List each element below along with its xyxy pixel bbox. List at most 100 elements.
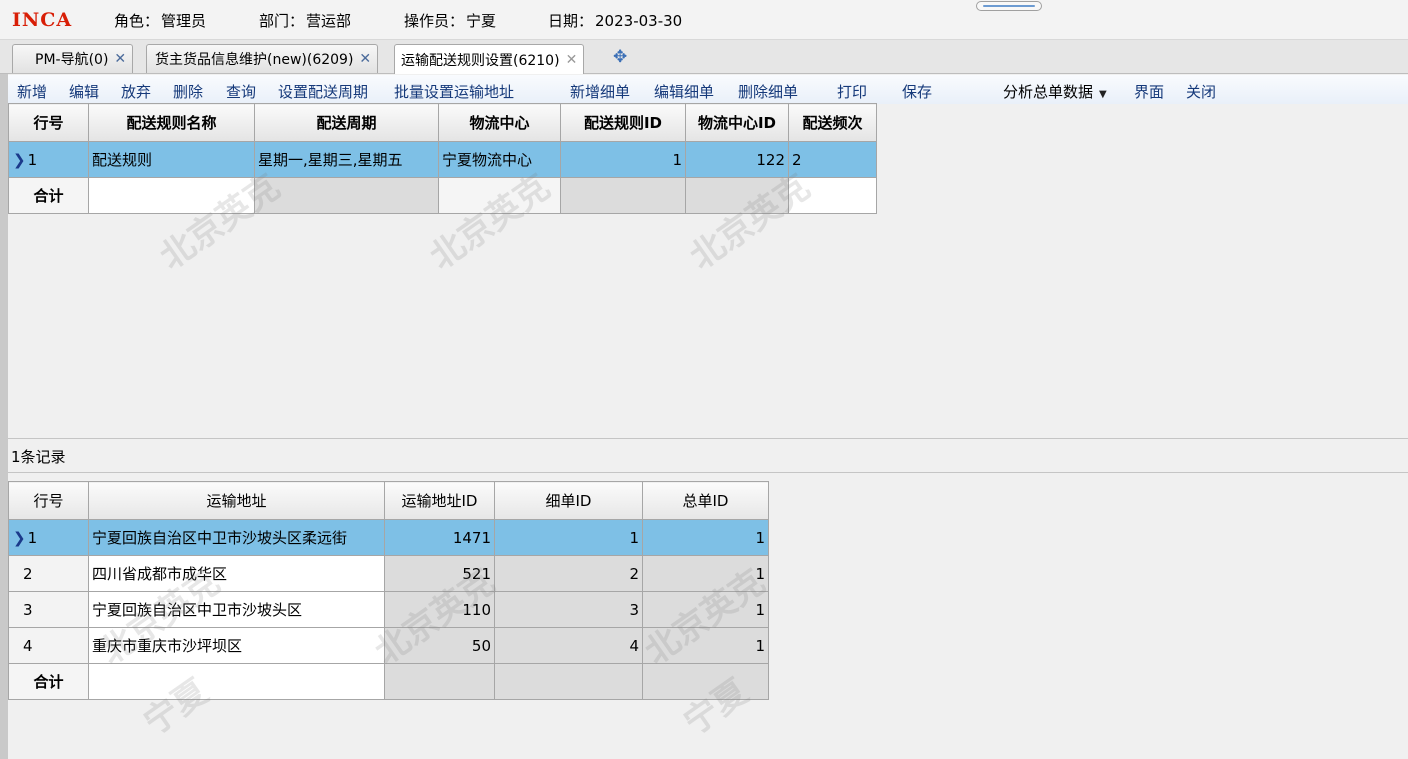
row-indicator-icon: ❯ bbox=[13, 528, 26, 547]
add-button[interactable]: 新增 bbox=[17, 81, 47, 102]
detail-id-cell[interactable]: 3 bbox=[494, 591, 643, 628]
col-header-address-id[interactable]: 运输地址ID bbox=[384, 481, 495, 520]
master-id-cell[interactable]: 1 bbox=[642, 591, 769, 628]
sum-row: 合计 bbox=[8, 663, 769, 700]
dept-info: 部门： 营运部 bbox=[259, 12, 352, 30]
date-value: 2023-03-30 bbox=[595, 12, 683, 30]
collapse-handle[interactable] bbox=[976, 1, 1042, 11]
discard-button[interactable]: 放弃 bbox=[121, 81, 151, 102]
save-button[interactable]: 保存 bbox=[902, 81, 932, 102]
col-header-detail-id[interactable]: 细单ID bbox=[494, 481, 643, 520]
sum-cell bbox=[88, 177, 255, 214]
col-header-logistics-center[interactable]: 物流中心 bbox=[438, 103, 561, 142]
master-id-cell[interactable]: 1 bbox=[642, 627, 769, 664]
add-detail-button[interactable]: 新增细单 bbox=[570, 81, 630, 102]
sum-cell bbox=[438, 177, 561, 214]
operator-info: 操作员： 宁夏 bbox=[404, 12, 497, 30]
address-cell[interactable]: 重庆市重庆市沙坪坝区 bbox=[88, 627, 385, 664]
analyze-dropdown[interactable]: 分析总单数据 ▼ bbox=[1003, 81, 1107, 102]
record-count: 1条记录 bbox=[8, 438, 1408, 473]
delete-detail-button[interactable]: 删除细单 bbox=[738, 81, 798, 102]
role-info: 角色： 管理员 bbox=[114, 12, 207, 30]
edit-button[interactable]: 编辑 bbox=[69, 81, 99, 102]
col-header-center-id[interactable]: 物流中心ID bbox=[685, 103, 789, 142]
role-value: 管理员 bbox=[161, 12, 207, 30]
address-id-cell[interactable]: 1471 bbox=[384, 519, 495, 556]
col-header-rule-id[interactable]: 配送规则ID bbox=[560, 103, 686, 142]
delete-button[interactable]: 删除 bbox=[173, 81, 203, 102]
sum-cell bbox=[642, 663, 769, 700]
sum-cell bbox=[494, 663, 643, 700]
frequency-cell[interactable]: 2 bbox=[788, 141, 877, 178]
master-grid: 行号 配送规则名称 配送周期 物流中心 配送规则ID 物流中心ID 配送频次 ❯… bbox=[8, 103, 877, 214]
address-cell[interactable]: 四川省成都市成华区 bbox=[88, 555, 385, 592]
tab-transport-rules[interactable]: 运输配送规则设置(6210) ✕ bbox=[394, 44, 585, 74]
detail-id-cell[interactable]: 4 bbox=[494, 627, 643, 664]
sum-cell bbox=[88, 663, 385, 700]
tab-bar: PM-导航(0) ✕ 货主货品信息维护(new)(6209) ✕ 运输配送规则设… bbox=[0, 40, 1408, 74]
interface-button[interactable]: 界面 bbox=[1134, 81, 1164, 102]
detail-id-cell[interactable]: 2 bbox=[494, 555, 643, 592]
caret-down-icon: ▼ bbox=[1099, 89, 1107, 100]
sum-cell bbox=[685, 177, 789, 214]
sum-cell bbox=[560, 177, 686, 214]
row-number-cell: ❯ 1 bbox=[8, 141, 89, 178]
address-id-cell[interactable]: 50 bbox=[384, 627, 495, 664]
date-info: 日期： 2023-03-30 bbox=[548, 12, 683, 30]
tab-label: 货主货品信息维护(new)(6209) bbox=[155, 52, 354, 68]
tab-label: PM-导航(0) bbox=[35, 52, 109, 68]
col-header-rowno[interactable]: 行号 bbox=[8, 103, 89, 142]
rule-id-cell[interactable]: 1 bbox=[560, 141, 686, 178]
detail-grid: 行号 运输地址 运输地址ID 细单ID 总单ID ❯ 1 宁夏回族自治区中卫市沙坡… bbox=[8, 481, 769, 700]
toolbar: 新增 编辑 放弃 删除 查询 设置配送周期 批量设置运输地址 新增细单 编辑细单… bbox=[0, 75, 1408, 104]
col-header-rule-name[interactable]: 配送规则名称 bbox=[88, 103, 255, 142]
inca-logo: INCA bbox=[12, 9, 73, 31]
left-border bbox=[0, 74, 8, 759]
print-button[interactable]: 打印 bbox=[837, 81, 867, 102]
table-row[interactable]: ❯ 1 宁夏回族自治区中卫市沙坡头区柔远街 1471 1 1 bbox=[8, 519, 769, 556]
row-indicator-icon: ❯ bbox=[13, 150, 26, 169]
sum-label: 合计 bbox=[8, 663, 89, 700]
address-id-cell[interactable]: 110 bbox=[384, 591, 495, 628]
rule-name-cell[interactable]: 配送规则 bbox=[88, 141, 255, 178]
logistics-center-cell[interactable]: 宁夏物流中心 bbox=[438, 141, 561, 178]
tab-label: 运输配送规则设置(6210) bbox=[401, 52, 560, 69]
sum-label: 合计 bbox=[8, 177, 89, 214]
sum-cell bbox=[384, 663, 495, 700]
center-id-cell[interactable]: 122 bbox=[685, 141, 789, 178]
table-row[interactable]: 3 宁夏回族自治区中卫市沙坡头区 110 3 1 bbox=[8, 591, 769, 628]
close-icon[interactable]: ✕ bbox=[359, 51, 371, 67]
tab-goods-info[interactable]: 货主货品信息维护(new)(6209) ✕ bbox=[146, 44, 379, 73]
edit-detail-button[interactable]: 编辑细单 bbox=[654, 81, 714, 102]
sum-cell bbox=[788, 177, 877, 214]
col-header-address[interactable]: 运输地址 bbox=[88, 481, 385, 520]
add-tab-icon[interactable]: ✥ bbox=[613, 47, 627, 67]
sum-cell bbox=[254, 177, 439, 214]
row-number-cell: 2 bbox=[8, 555, 89, 592]
operator-value: 宁夏 bbox=[466, 12, 497, 30]
address-id-cell[interactable]: 521 bbox=[384, 555, 495, 592]
table-row[interactable]: ❯ 1 配送规则 星期一,星期三,星期五 宁夏物流中心 1 122 2 bbox=[8, 141, 877, 178]
row-number-cell: 3 bbox=[8, 591, 89, 628]
col-header-frequency[interactable]: 配送频次 bbox=[788, 103, 877, 142]
batch-address-button[interactable]: 批量设置运输地址 bbox=[394, 81, 514, 102]
col-header-rowno[interactable]: 行号 bbox=[8, 481, 89, 520]
app-header: INCA 角色： 管理员 部门： 营运部 操作员： 宁夏 日期： 2023-03-30 bbox=[0, 0, 1408, 40]
close-icon[interactable]: ✕ bbox=[114, 51, 126, 67]
close-button[interactable]: 关闭 bbox=[1186, 81, 1216, 102]
master-id-cell[interactable]: 1 bbox=[642, 555, 769, 592]
cycle-cell[interactable]: 星期一,星期三,星期五 bbox=[254, 141, 439, 178]
master-id-cell[interactable]: 1 bbox=[642, 519, 769, 556]
address-cell[interactable]: 宁夏回族自治区中卫市沙坡头区柔远街 bbox=[88, 519, 385, 556]
detail-id-cell[interactable]: 1 bbox=[494, 519, 643, 556]
col-header-cycle[interactable]: 配送周期 bbox=[254, 103, 439, 142]
set-cycle-button[interactable]: 设置配送周期 bbox=[278, 81, 368, 102]
query-button[interactable]: 查询 bbox=[226, 81, 256, 102]
analyze-label: 分析总单数据 bbox=[1003, 83, 1094, 101]
tab-pm-nav[interactable]: PM-导航(0) ✕ bbox=[12, 44, 134, 73]
close-icon[interactable]: ✕ bbox=[566, 52, 578, 68]
table-row[interactable]: 4 重庆市重庆市沙坪坝区 50 4 1 bbox=[8, 627, 769, 664]
table-row[interactable]: 2 四川省成都市成华区 521 2 1 bbox=[8, 555, 769, 592]
col-header-master-id[interactable]: 总单ID bbox=[642, 481, 769, 520]
address-cell[interactable]: 宁夏回族自治区中卫市沙坡头区 bbox=[88, 591, 385, 628]
